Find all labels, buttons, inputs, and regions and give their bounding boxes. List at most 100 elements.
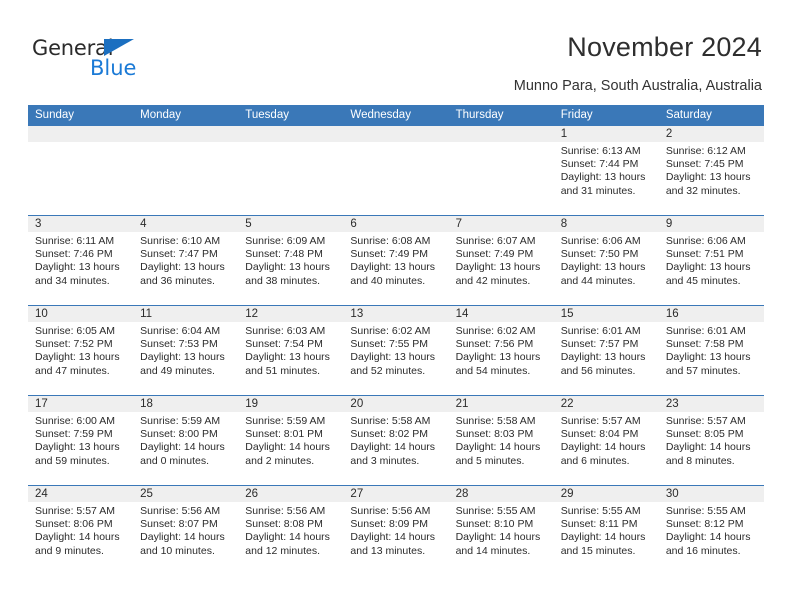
day-cell[interactable]: 26 Sunrise: 5:56 AM Sunset: 8:08 PM Dayl…	[238, 486, 344, 575]
weekday-sunday: Sunday	[35, 109, 75, 121]
day-info: Sunrise: 5:56 AM Sunset: 8:07 PM Dayligh…	[133, 502, 238, 558]
daylight-text: Daylight: 13 hours and 51 minutes.	[245, 351, 330, 377]
day-info: Sunrise: 6:11 AM Sunset: 7:46 PM Dayligh…	[28, 232, 133, 288]
day-info: Sunrise: 5:56 AM Sunset: 8:09 PM Dayligh…	[343, 502, 448, 558]
day-cell[interactable]	[238, 126, 344, 215]
sunrise-text: Sunrise: 6:02 AM	[455, 325, 536, 337]
day-info: Sunrise: 6:04 AM Sunset: 7:53 PM Dayligh…	[133, 322, 238, 378]
sunset-text: Sunset: 8:02 PM	[350, 428, 429, 441]
day-cell[interactable]: 24 Sunrise: 5:57 AM Sunset: 8:06 PM Dayl…	[28, 486, 134, 575]
daylight-text: Daylight: 13 hours and 32 minutes.	[665, 171, 751, 197]
day-cell[interactable]: 9 Sunrise: 6:06 AM Sunset: 7:51 PM Dayli…	[658, 216, 764, 305]
day-number: 15	[553, 306, 659, 322]
sunrise-text: Sunrise: 5:59 AM	[245, 415, 326, 427]
daylight-text: Daylight: 13 hours and 59 minutes.	[35, 441, 120, 467]
day-cell[interactable]: 17 Sunrise: 6:00 AM Sunset: 7:59 PM Dayl…	[28, 396, 134, 485]
location-subtitle: Munno Para, South Australia, Australia	[513, 78, 762, 94]
day-cell[interactable]: 5 Sunrise: 6:09 AM Sunset: 7:48 PM Dayli…	[238, 216, 344, 305]
day-number: 21	[448, 396, 554, 412]
day-number: 12	[238, 306, 344, 322]
day-cell[interactable]: 18 Sunrise: 5:59 AM Sunset: 8:00 PM Dayl…	[133, 396, 239, 485]
day-number: 11	[133, 306, 239, 322]
sunrise-text: Sunrise: 6:01 AM	[665, 325, 746, 337]
day-cell[interactable]: 19 Sunrise: 5:59 AM Sunset: 8:01 PM Dayl…	[238, 396, 344, 485]
day-cell[interactable]	[343, 126, 449, 215]
day-cell[interactable]	[133, 126, 239, 215]
day-number: 4	[133, 216, 239, 232]
triangle-icon	[104, 39, 134, 56]
weekday-thursday: Thursday	[455, 109, 504, 121]
daylight-text: Daylight: 13 hours and 40 minutes.	[350, 261, 436, 287]
week-row: 10 Sunrise: 6:05 AM Sunset: 7:52 PM Dayl…	[28, 305, 764, 395]
day-number: 13	[343, 306, 449, 322]
daylight-text: Daylight: 14 hours and 5 minutes.	[455, 441, 541, 467]
daylight-text: Daylight: 13 hours and 47 minutes.	[35, 351, 120, 377]
day-info: Sunrise: 5:59 AM Sunset: 8:01 PM Dayligh…	[238, 412, 343, 468]
sunset-text: Sunset: 8:06 PM	[35, 518, 113, 531]
day-number: 19	[238, 396, 344, 412]
daylight-text: Daylight: 14 hours and 13 minutes.	[350, 531, 436, 557]
day-info: Sunrise: 5:57 AM Sunset: 8:06 PM Dayligh…	[28, 502, 133, 558]
day-cell[interactable]: 7 Sunrise: 6:07 AM Sunset: 7:49 PM Dayli…	[448, 216, 554, 305]
day-cell[interactable]: 16 Sunrise: 6:01 AM Sunset: 7:58 PM Dayl…	[658, 306, 764, 395]
sunrise-text: Sunrise: 5:56 AM	[140, 505, 221, 517]
sunset-text: Sunset: 7:51 PM	[665, 248, 744, 261]
day-cell[interactable]: 28 Sunrise: 5:55 AM Sunset: 8:10 PM Dayl…	[448, 486, 554, 575]
weekday-friday: Friday	[560, 109, 593, 121]
day-number: 18	[133, 396, 239, 412]
day-number: 7	[448, 216, 554, 232]
day-number: 30	[658, 486, 764, 502]
sunset-text: Sunset: 7:46 PM	[35, 248, 113, 261]
sunrise-text: Sunrise: 5:55 AM	[665, 505, 746, 517]
day-cell[interactable]: 20 Sunrise: 5:58 AM Sunset: 8:02 PM Dayl…	[343, 396, 449, 485]
day-info: Sunrise: 5:59 AM Sunset: 8:00 PM Dayligh…	[133, 412, 238, 468]
day-cell[interactable]: 12 Sunrise: 6:03 AM Sunset: 7:54 PM Dayl…	[238, 306, 344, 395]
day-number: 16	[658, 306, 764, 322]
day-cell[interactable]: 1 Sunrise: 6:13 AM Sunset: 7:44 PM Dayli…	[553, 126, 659, 215]
day-cell[interactable]: 6 Sunrise: 6:08 AM Sunset: 7:49 PM Dayli…	[343, 216, 449, 305]
week-row: 1 Sunrise: 6:13 AM Sunset: 7:44 PM Dayli…	[28, 125, 764, 215]
week-row: 17 Sunrise: 6:00 AM Sunset: 7:59 PM Dayl…	[28, 395, 764, 485]
sunset-text: Sunset: 8:03 PM	[455, 428, 534, 441]
day-cell[interactable]	[448, 126, 554, 215]
daylight-text: Daylight: 13 hours and 42 minutes.	[455, 261, 541, 287]
day-cell[interactable]: 23 Sunrise: 5:57 AM Sunset: 8:05 PM Dayl…	[658, 396, 764, 485]
sunset-text: Sunset: 7:54 PM	[245, 338, 323, 351]
general-blue-logo[interactable]: General Blue	[32, 36, 182, 82]
day-number: 27	[343, 486, 449, 502]
page-header: General Blue November 2024 Munno Para, S…	[0, 0, 792, 100]
day-cell[interactable]: 10 Sunrise: 6:05 AM Sunset: 7:52 PM Dayl…	[28, 306, 134, 395]
daylight-text: Daylight: 14 hours and 3 minutes.	[350, 441, 436, 467]
day-cell[interactable]: 11 Sunrise: 6:04 AM Sunset: 7:53 PM Dayl…	[133, 306, 239, 395]
day-cell[interactable]: 21 Sunrise: 5:58 AM Sunset: 8:03 PM Dayl…	[448, 396, 554, 485]
daylight-text: Daylight: 14 hours and 9 minutes.	[35, 531, 120, 557]
day-cell[interactable]: 22 Sunrise: 5:57 AM Sunset: 8:04 PM Dayl…	[553, 396, 659, 485]
day-info: Sunrise: 6:09 AM Sunset: 7:48 PM Dayligh…	[238, 232, 343, 288]
day-cell[interactable]: 27 Sunrise: 5:56 AM Sunset: 8:09 PM Dayl…	[343, 486, 449, 575]
day-number	[343, 126, 449, 142]
daylight-text: Daylight: 14 hours and 15 minutes.	[560, 531, 646, 557]
sunset-text: Sunset: 7:47 PM	[140, 248, 218, 261]
day-info: Sunrise: 6:07 AM Sunset: 7:49 PM Dayligh…	[449, 232, 554, 288]
day-cell[interactable]: 14 Sunrise: 6:02 AM Sunset: 7:56 PM Dayl…	[448, 306, 554, 395]
day-cell[interactable]: 4 Sunrise: 6:10 AM Sunset: 7:47 PM Dayli…	[133, 216, 239, 305]
day-cell[interactable]: 2 Sunrise: 6:12 AM Sunset: 7:45 PM Dayli…	[658, 126, 764, 215]
day-cell[interactable]: 13 Sunrise: 6:02 AM Sunset: 7:55 PM Dayl…	[343, 306, 449, 395]
day-cell[interactable]: 8 Sunrise: 6:06 AM Sunset: 7:50 PM Dayli…	[553, 216, 659, 305]
sunrise-text: Sunrise: 6:04 AM	[140, 325, 221, 337]
daylight-text: Daylight: 13 hours and 31 minutes.	[560, 171, 646, 197]
day-info: Sunrise: 6:12 AM Sunset: 7:45 PM Dayligh…	[659, 142, 764, 198]
day-cell[interactable]: 25 Sunrise: 5:56 AM Sunset: 8:07 PM Dayl…	[133, 486, 239, 575]
day-cell[interactable]: 3 Sunrise: 6:11 AM Sunset: 7:46 PM Dayli…	[28, 216, 134, 305]
day-cell[interactable]: 15 Sunrise: 6:01 AM Sunset: 7:57 PM Dayl…	[553, 306, 659, 395]
day-number: 22	[553, 396, 659, 412]
sunset-text: Sunset: 8:01 PM	[245, 428, 323, 441]
sunset-text: Sunset: 8:04 PM	[560, 428, 639, 441]
day-cell[interactable]: 30 Sunrise: 5:55 AM Sunset: 8:12 PM Dayl…	[658, 486, 764, 575]
day-number: 20	[343, 396, 449, 412]
weekday-tuesday: Tuesday	[245, 109, 289, 121]
day-cell[interactable]	[28, 126, 134, 215]
day-cell[interactable]: 29 Sunrise: 5:55 AM Sunset: 8:11 PM Dayl…	[553, 486, 659, 575]
day-info: Sunrise: 5:58 AM Sunset: 8:02 PM Dayligh…	[343, 412, 448, 468]
sunset-text: Sunset: 7:49 PM	[455, 248, 534, 261]
